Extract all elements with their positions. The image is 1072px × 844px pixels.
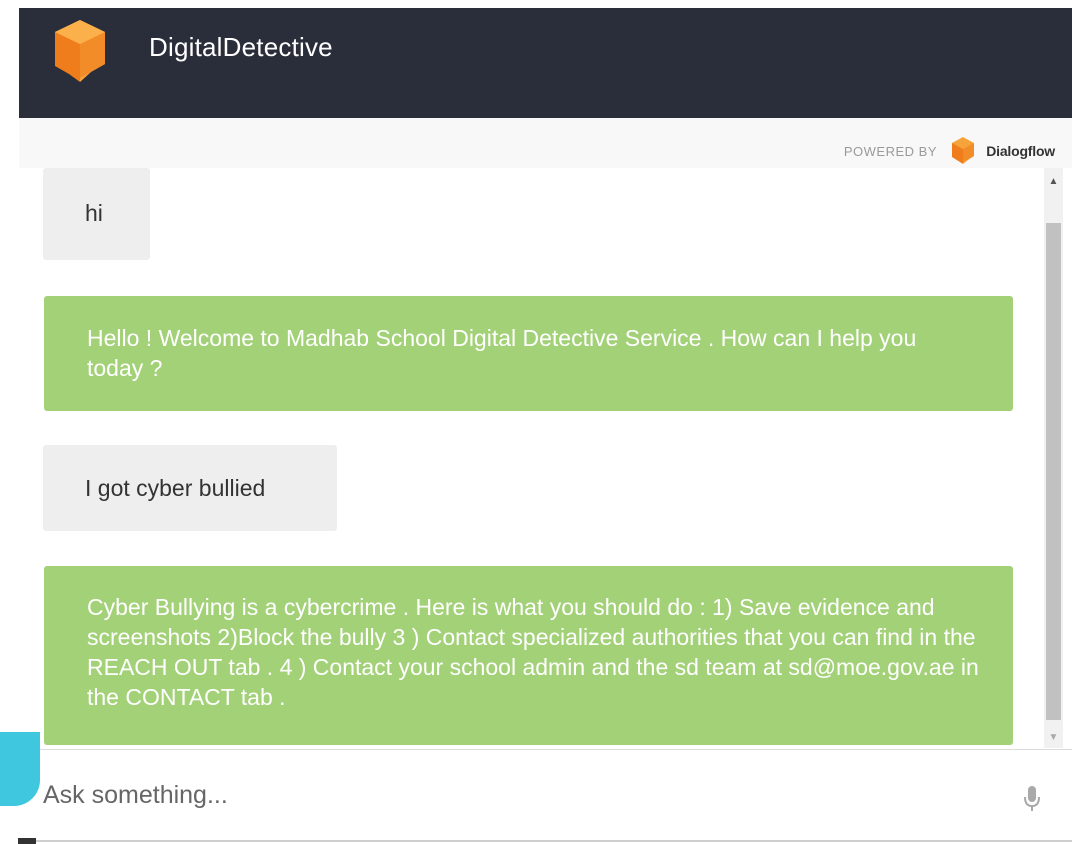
ask-input[interactable] [19,750,1072,840]
decorative-rule [18,838,36,844]
bot-message: Cyber Bullying is a cybercrime . Here is… [44,566,1013,745]
microphone-icon[interactable] [1022,784,1042,814]
powered-by-label: POWERED BY [843,144,937,159]
chat-widget: DigitalDetective POWERED BY Dialogflow h… [19,8,1072,842]
user-message: hi [43,168,150,260]
widget-bottom-border [19,840,1072,842]
scroll-up-arrow-icon[interactable]: ▲ [1044,172,1063,192]
scroll-thumb[interactable] [1046,223,1061,720]
dialogflow-brand-label: Dialogflow [986,143,1055,159]
chat-header: DigitalDetective [19,8,1072,118]
user-message: I got cyber bullied [43,445,337,531]
bot-message: Hello ! Welcome to Madhab School Digital… [44,296,1013,411]
scroll-down-arrow-icon[interactable]: ▼ [1044,728,1063,748]
decorative-bubble [0,732,40,806]
app-title: DigitalDetective [149,32,333,62]
dialogflow-logo-icon [952,137,974,164]
powered-by-bar: POWERED BY Dialogflow [19,118,1072,168]
message-list: hi Hello ! Welcome to Madhab School Digi… [19,168,1044,748]
cube-logo-icon [55,20,105,82]
chat-scrollbar[interactable]: ▲ ▼ [1044,168,1063,748]
